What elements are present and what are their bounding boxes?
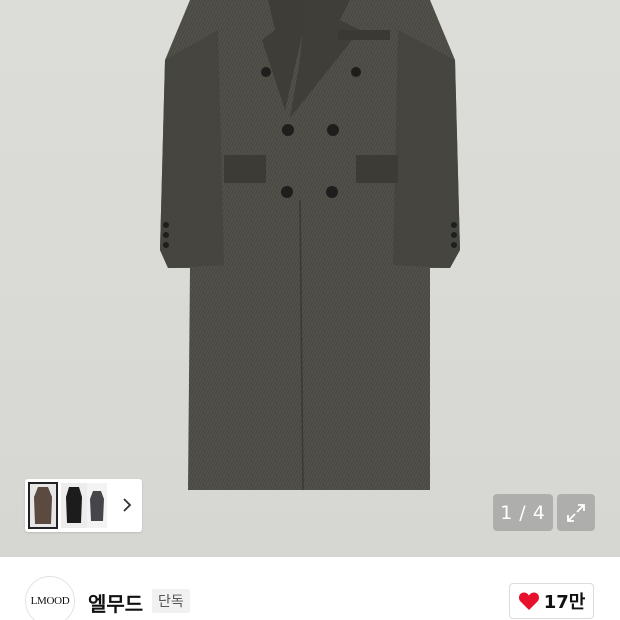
color-thumb-black[interactable] [61,483,87,528]
coat-image [160,0,460,491]
chevron-right-icon[interactable] [118,494,136,516]
expand-button[interactable] [557,494,595,531]
like-button[interactable]: 17만 [509,583,594,619]
product-image[interactable]: 1 / 4 [0,0,620,557]
color-thumb-charcoal[interactable] [87,483,107,528]
expand-icon [567,503,585,522]
page-separator: / [519,501,527,524]
heart-icon [518,592,539,610]
brand-logo[interactable]: LMOOD [25,576,75,620]
current-page: 1 [500,501,514,524]
brand-name[interactable]: 엘무드 [88,588,143,617]
total-pages: 4 [532,501,546,524]
exclusive-badge: 단독 [152,589,190,613]
brand-logo-text: LMOOD [30,595,70,607]
like-count: 17만 [543,592,586,613]
page-indicator: 1 / 4 [493,494,553,531]
color-thumb-brown[interactable] [28,482,58,529]
color-thumbnail-strip[interactable] [25,479,142,532]
brand-bar: LMOOD 엘무드 단독 17만 [0,557,620,620]
